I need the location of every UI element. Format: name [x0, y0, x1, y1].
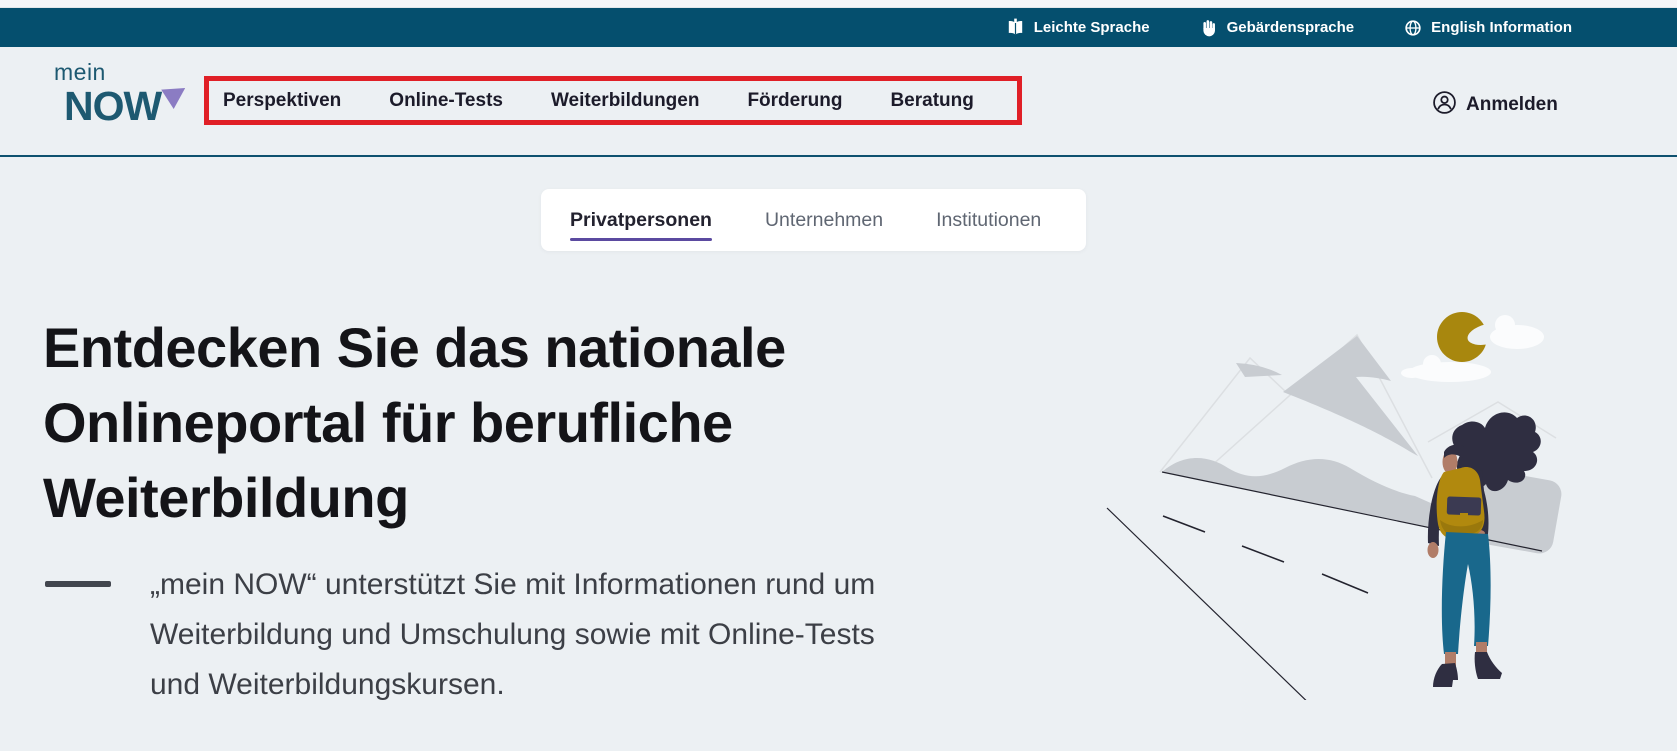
title-dash-decoration: [45, 581, 111, 587]
utility-link-label: English Information: [1431, 19, 1572, 36]
meinnow-logo[interactable]: mein NOW: [52, 61, 183, 127]
english-information-link[interactable]: English Information: [1404, 19, 1572, 37]
logo-text-now: NOW: [64, 86, 183, 127]
globe-icon: [1404, 19, 1422, 37]
meinnow-homepage: { "utility_bar": { "links": [ { "label":…: [0, 0, 1677, 751]
nav-item-beratung[interactable]: Beratung: [890, 90, 973, 112]
nav-item-perspektiven[interactable]: Perspektiven: [223, 90, 341, 112]
page-title: Entdecken Sie das nationale Onlineportal…: [43, 310, 786, 535]
open-book-icon: [1006, 18, 1025, 37]
utility-link-label: Gebärdensprache: [1227, 19, 1355, 36]
hiker-mountains-illustration: [1050, 280, 1565, 705]
login-button[interactable]: Anmelden: [1432, 90, 1558, 120]
logo-purple-triangle: [161, 88, 185, 109]
utility-bar: Leichte Sprache Gebärdensprache: [0, 8, 1677, 47]
tab-institutionen[interactable]: Institutionen: [936, 209, 1041, 232]
utility-link-label: Leichte Sprache: [1034, 19, 1150, 36]
user-icon: [1432, 90, 1457, 120]
audience-tab-card: Privatpersonen Unternehmen Institutionen: [541, 189, 1086, 251]
nav-item-weiterbildungen[interactable]: Weiterbildungen: [551, 90, 699, 112]
hero-description: „mein NOW“ unterstützt Sie mit Informati…: [150, 560, 875, 710]
main-navigation-highlight-box: Perspektiven Online-Tests Weiterbildunge…: [204, 76, 1022, 125]
sign-language-link[interactable]: Gebärdensprache: [1200, 19, 1355, 37]
logo-text-mein: mein: [54, 61, 183, 84]
nav-item-foerderung[interactable]: Förderung: [747, 90, 842, 112]
hand-icon: [1200, 19, 1218, 37]
tab-unternehmen[interactable]: Unternehmen: [765, 209, 883, 232]
tab-privatpersonen[interactable]: Privatpersonen: [570, 209, 712, 232]
nav-item-online-tests[interactable]: Online-Tests: [389, 90, 503, 112]
login-label: Anmelden: [1466, 94, 1558, 116]
site-header: mein NOW Perspektiven Online-Tests Weite…: [0, 47, 1677, 157]
browser-top-strip: [0, 0, 1677, 8]
easy-language-link[interactable]: Leichte Sprache: [1006, 18, 1150, 37]
